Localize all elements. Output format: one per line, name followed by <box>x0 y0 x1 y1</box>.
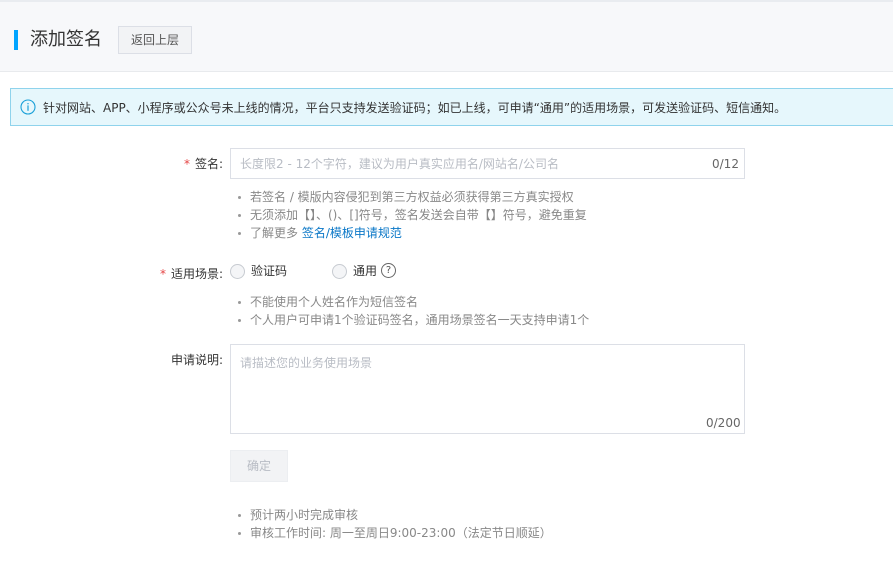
signature-tips: 若签名 / 模版内容侵犯到第三方权益必须获得第三方真实授权 无须添加【】、()、… <box>236 188 587 242</box>
scene-label: * 适用场景: <box>160 266 223 282</box>
review-tips: 预计两小时完成审核 审核工作时间: 周一至周日9:00-23:00（法定节日顺延… <box>236 506 552 542</box>
scene-radio-verification[interactable] <box>230 264 245 279</box>
tip-item: 审核工作时间: 周一至周日9:00-23:00（法定节日顺延） <box>236 524 552 542</box>
signature-rules-link[interactable]: 签名/模板申请规范 <box>302 226 402 240</box>
confirm-button[interactable]: 确定 <box>230 450 288 482</box>
description-textarea[interactable] <box>231 345 744 411</box>
page-header: 添加签名 返回上层 <box>0 0 893 72</box>
scene-option-general-label[interactable]: 通用 <box>353 263 377 279</box>
tip-item: 预计两小时完成审核 <box>236 506 552 524</box>
scene-label-text: 适用场景: <box>171 267 224 281</box>
tip-item: 不能使用个人姓名作为短信签名 <box>236 293 589 311</box>
tip-item: 无须添加【】、()、[]符号，签名发送会自带【】符号，避免重复 <box>236 206 587 224</box>
required-mark: * <box>184 157 190 171</box>
tip-item-learn-more: 了解更多 签名/模板申请规范 <box>236 224 587 242</box>
signature-counter: 0/12 <box>712 157 739 171</box>
required-mark: * <box>160 267 166 281</box>
signature-input[interactable] <box>231 149 701 178</box>
description-counter: 0/200 <box>706 416 741 430</box>
signature-input-box: 0/12 <box>230 148 745 179</box>
question-circle-icon[interactable]: ? <box>381 263 396 278</box>
description-label: 申请说明: <box>171 353 224 367</box>
tip-item: 个人用户可申请1个验证码签名，通用场景签名一天支持申请1个 <box>236 311 589 329</box>
signature-label: * 签名: <box>184 156 223 172</box>
title-accent-bar <box>14 30 18 50</box>
tip-item: 若签名 / 模版内容侵犯到第三方权益必须获得第三方真实授权 <box>236 188 587 206</box>
page-title: 添加签名 <box>30 29 102 50</box>
scene-radio-general[interactable] <box>332 264 347 279</box>
signature-label-text: 签名: <box>195 157 224 171</box>
notice-text: 针对网站、APP、小程序或公众号未上线的情况，平台只支持发送验证码；如已上线，可… <box>43 101 787 115</box>
learn-more-text: 了解更多 <box>250 226 299 240</box>
scene-tips: 不能使用个人姓名作为短信签名 个人用户可申请1个验证码签名，通用场景签名一天支持… <box>236 293 589 329</box>
back-button[interactable]: 返回上层 <box>118 26 192 54</box>
description-textarea-box: 0/200 <box>230 344 745 434</box>
scene-option-verification-label[interactable]: 验证码 <box>251 263 287 279</box>
info-notice: 针对网站、APP、小程序或公众号未上线的情况，平台只支持发送验证码；如已上线，可… <box>10 88 893 126</box>
info-icon <box>20 99 36 115</box>
